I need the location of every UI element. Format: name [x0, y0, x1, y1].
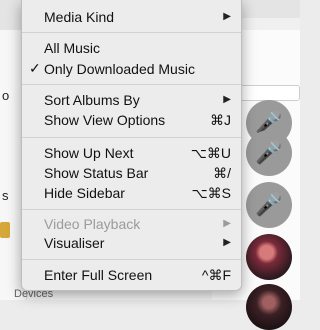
submenu-arrow-icon: ▶ — [223, 11, 231, 22]
sidebar-text-fragment: o — [2, 88, 10, 103]
shortcut-label: ^⌘F — [201, 267, 231, 283]
menu-separator — [22, 209, 241, 210]
menu-item-video-playback: Video Playback ▶ — [44, 216, 231, 232]
shortcut-label: ⌘/ — [213, 165, 231, 181]
shortcut-label: ⌥⌘U — [190, 145, 231, 161]
menu-separator — [22, 32, 241, 33]
menu-item-enter-full-screen[interactable]: Enter Full Screen ^⌘F — [22, 265, 241, 285]
menu-separator — [22, 259, 241, 260]
submenu-arrow-icon: ▶ — [223, 218, 231, 229]
submenu-arrow-icon: ▶ — [223, 94, 231, 105]
menu-item-show-up-next[interactable]: Show Up Next ⌥⌘U — [22, 143, 241, 163]
shortcut-label: ⌥⌘S — [191, 185, 231, 201]
artist-avatar-photo[interactable] — [246, 284, 292, 330]
artist-avatar-photo[interactable] — [246, 234, 292, 280]
checkmark-icon: ✓ — [29, 60, 41, 76]
album-thumbnail[interactable] — [0, 222, 10, 238]
menu-item-only-downloaded-music[interactable]: ✓ Only Downloaded Music — [22, 59, 241, 79]
menu-item-all-music[interactable]: All Music — [22, 38, 241, 58]
search-input[interactable] — [238, 85, 300, 101]
menu-item-visualiser[interactable]: Visualiser ▶ — [22, 233, 241, 253]
menu-item-media-kind[interactable]: Media Kind ▶ — [22, 7, 241, 27]
shortcut-label: ⌘J — [210, 112, 231, 128]
menu-item-sort-albums-by[interactable]: Sort Albums By ▶ — [22, 90, 241, 110]
artist-avatar[interactable]: 🎤 — [246, 182, 292, 228]
menu-item-show-status-bar[interactable]: Show Status Bar ⌘/ — [22, 163, 241, 183]
menu-item-show-view-options[interactable]: Show View Options ⌘J — [22, 110, 241, 130]
menu-separator — [22, 137, 241, 138]
artist-avatar[interactable]: 🎤 — [246, 130, 292, 176]
microphone-icon: 🎤 — [255, 140, 283, 165]
view-menu: Media Kind ▶ All Music ✓ Only Downloaded… — [21, 0, 242, 291]
microphone-icon: 🎤 — [255, 192, 283, 217]
submenu-arrow-icon: ▶ — [223, 237, 231, 248]
menu-item-hide-sidebar[interactable]: Hide Sidebar ⌥⌘S — [22, 183, 241, 203]
sidebar-text-fragment: s — [2, 188, 9, 203]
menu-separator — [22, 84, 241, 85]
